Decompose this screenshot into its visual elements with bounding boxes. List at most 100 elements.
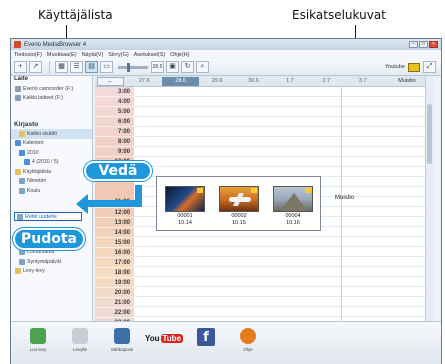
sidebar-item-label: Koulu (27, 187, 41, 194)
zoom-slider[interactable] (118, 62, 148, 72)
date-cell[interactable]: 27.6 (126, 78, 162, 84)
folder-icon (15, 268, 21, 275)
sidebar-item-month[interactable]: 4 (2010 / 5) (11, 158, 92, 168)
sidebar-item-label: Levy-levy (23, 268, 45, 275)
timeline-view-icon[interactable]: ▭ (100, 61, 113, 73)
date-cell[interactable]: 30.6 (235, 78, 271, 84)
menu-edit[interactable]: Muokkaa(E) (47, 52, 77, 58)
callout-user-list: Käyttäjälista (38, 8, 113, 22)
thumbnail-card[interactable]: 00001 10.14 (163, 186, 207, 226)
disc-button[interactable]: Levylle (61, 326, 99, 362)
hour-label: 16:00 (95, 248, 134, 258)
airplane-thumbnail[interactable] (219, 186, 259, 212)
title-bar: Everio MediaBrowser 4 – □ × (11, 39, 441, 50)
close-icon[interactable]: × (429, 41, 438, 48)
sidebar-item-lower-2[interactable]: Syntymäpäivät (11, 257, 92, 267)
calendar-icon (24, 159, 30, 166)
user-list-icon (19, 249, 25, 256)
hour-label: 7:00 (95, 127, 134, 137)
sidebar-item-user-1[interactable]: Nimetön (11, 177, 92, 187)
date-cell[interactable]: 3.7 (345, 78, 381, 84)
drop-target-user-list[interactable]: Retki uudelle (14, 212, 82, 221)
disc-create-icon (30, 328, 46, 344)
menu-bar: Tiedosto(F) Muokkaa(E) Näytä(V) Siirry(G… (11, 50, 441, 59)
hour-column: 3:00 4:00 5:00 6:00 7:00 8:00 9:00 10:00… (95, 87, 134, 355)
pyramid-thumbnail[interactable] (273, 186, 313, 212)
drag-arrow-icon (76, 194, 141, 214)
sidebar-item-all-content[interactable]: Kaikki sisältö (11, 129, 92, 139)
grid-view-icon[interactable]: ▦ (55, 61, 68, 73)
sidebar-library-heading: Kirjasto (14, 121, 39, 128)
date-cell[interactable]: 2.7 (308, 78, 344, 84)
hour-label: 5:00 (95, 107, 134, 117)
sidebar-item-label: Nimetön (27, 178, 47, 185)
sidebar-item-calendar[interactable]: Kalenteri (11, 139, 92, 149)
facebook-button[interactable]: f (187, 326, 225, 362)
sidebar-item-year[interactable]: 2010 (11, 148, 92, 158)
thumbnail-card[interactable]: 00004 10.16 (271, 186, 315, 226)
scrollbar-thumb[interactable] (427, 104, 432, 164)
toolbar-separator (49, 61, 50, 73)
hour-label: 14:00 (95, 228, 134, 238)
sidebar-item-user-list[interactable]: Käyttäjälista (11, 167, 92, 177)
list-view-icon[interactable]: ☰ (70, 61, 83, 73)
hour-label: 21:00 (95, 298, 134, 308)
drop-label: Pudota (13, 228, 85, 250)
menu-go[interactable]: Siirry(G) (108, 52, 128, 58)
user-list-icon (17, 213, 23, 220)
menu-settings[interactable]: Asetukset(S) (134, 52, 165, 58)
sidebar-item-camcorder[interactable]: Everio camcorder (F:) (11, 84, 92, 94)
thumbnail-time: 10.14 (178, 220, 192, 226)
sidebar-item-lower-3[interactable]: Levy-levy (11, 267, 92, 277)
date-cell-selected[interactable]: 28.6 (162, 76, 199, 86)
callout-thumbnails: Esikatselukuvat (292, 8, 386, 22)
hour-label: 20:00 (95, 288, 134, 298)
menu-help[interactable]: Ohje(H) (170, 52, 189, 58)
calendar-icon (19, 149, 25, 156)
expand-icon[interactable]: ⤢ (423, 61, 436, 73)
thumbnail-card[interactable]: 00002 10.15 (217, 186, 261, 226)
sidebar-item-label: Everio camcorder (F:) (23, 85, 74, 92)
left-arrow-icon[interactable]: ← (97, 76, 124, 86)
search-icon[interactable]: ⌕ (196, 61, 209, 73)
video-badge-icon (251, 188, 257, 193)
hour-label: 9:00 (95, 147, 134, 157)
hour-label: 12:00 (95, 208, 134, 218)
youtube-you-text: You (144, 333, 160, 343)
sidebar-item-label: 2010 (27, 149, 39, 156)
maximize-icon[interactable]: □ (419, 41, 428, 48)
thumbnail-time: 10.15 (232, 220, 246, 226)
hour-label: 13:00 (95, 218, 134, 228)
mail-button[interactable]: Sähköposti (103, 326, 141, 362)
hour-label: 8:00 (95, 137, 134, 147)
rotate-icon[interactable]: ↻ (181, 61, 194, 73)
plus-icon[interactable]: + (14, 61, 27, 73)
date-cell[interactable]: 1.7 (272, 78, 308, 84)
create-disc-button[interactable]: Luo levy (19, 326, 57, 362)
sidebar-item-label: 4 (2010 / 5) (32, 159, 59, 166)
calendar-icon (15, 140, 21, 147)
youtube-tube-text: Tube (160, 333, 184, 343)
sidebar-item-all-devices[interactable]: Kaikki laitteet (F:) (11, 94, 92, 104)
vertical-scrollbar[interactable] (425, 76, 433, 355)
thumbnail-group[interactable]: 00001 10.14 00002 10.15 00004 10.16 (156, 176, 321, 231)
help-button[interactable]: Ohje (229, 326, 267, 362)
hour-label: 18:00 (95, 268, 134, 278)
sea-sunset-thumbnail[interactable] (165, 186, 205, 212)
sidebar-item-label: Kalenteri (23, 140, 44, 147)
photo-icon[interactable]: ▣ (166, 61, 179, 73)
date-cell[interactable]: 29.6 (199, 78, 235, 84)
upload-icon[interactable] (408, 62, 420, 72)
video-badge-icon (305, 188, 311, 193)
calendar-view-icon[interactable]: ▤ (85, 61, 98, 73)
pointer-icon[interactable]: ↗ (29, 61, 42, 73)
youtube-button[interactable]: You Tube (144, 326, 184, 362)
date-bar: ← 27.6 28.6 29.6 30.6 1.7 2.7 3.7 Muisti… (95, 76, 433, 87)
calendar-view: ← 27.6 28.6 29.6 30.6 1.7 2.7 3.7 Muisti… (95, 76, 433, 355)
menu-file[interactable]: Tiedosto(F) (14, 52, 42, 58)
minimize-icon[interactable]: – (409, 41, 418, 48)
youtube-icon: You Tube (144, 330, 184, 346)
memo-text[interactable]: Muistio (335, 195, 354, 201)
sidebar-device-heading: Laite (14, 76, 29, 82)
menu-view[interactable]: Näytä(V) (82, 52, 104, 58)
